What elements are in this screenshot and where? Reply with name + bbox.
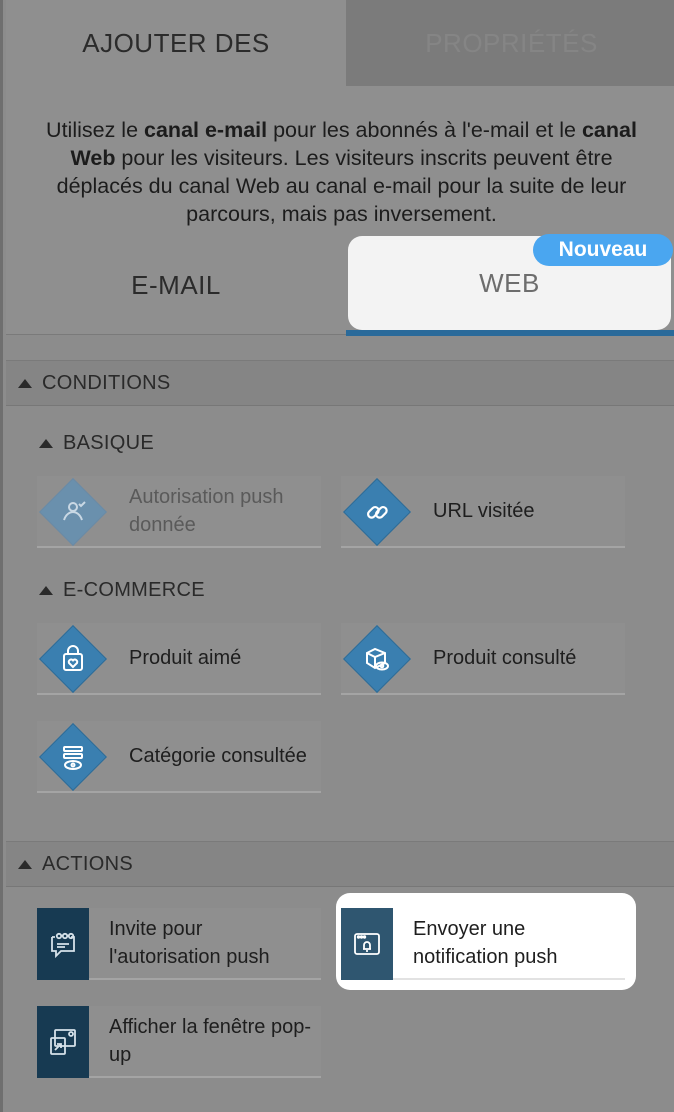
popup-window-icon	[37, 1006, 89, 1078]
bell-window-icon	[341, 908, 393, 980]
intro-text: Utilisez le canal e-mail pour les abonné…	[46, 118, 637, 226]
collapse-triangle-icon	[18, 859, 32, 869]
conditions-header[interactable]: CONDITIONS	[6, 360, 674, 406]
tab-add[interactable]: AJOUTER DES	[6, 0, 346, 86]
collapse-triangle-icon	[39, 585, 53, 595]
action-show-popup[interactable]: Afficher la fenêtre pop-up	[37, 1006, 321, 1078]
basic-title: BASIQUE	[63, 431, 155, 454]
condition-product-viewed[interactable]: Produit consulté	[341, 623, 625, 695]
collapse-triangle-icon	[39, 438, 53, 448]
ecommerce-title: E-COMMERCE	[63, 578, 205, 601]
action-push-prompt[interactable]: Invite pour l'autorisation push	[37, 908, 321, 980]
actions-header[interactable]: ACTIONS	[6, 841, 674, 887]
link-icon	[339, 474, 415, 550]
condition-category-viewed[interactable]: Catégorie consultée	[37, 721, 321, 793]
tab-divider	[6, 334, 346, 335]
bag-heart-icon	[35, 621, 111, 697]
condition-url-visited[interactable]: URL visitée	[341, 476, 625, 548]
prompt-bubble-icon	[37, 908, 89, 980]
push-permission-icon	[35, 474, 111, 550]
condition-push-permission[interactable]: Autorisation push donnée	[37, 476, 321, 548]
conditions-title: CONDITIONS	[42, 371, 171, 394]
box-eye-icon	[339, 621, 415, 697]
action-send-push[interactable]: Envoyer une notification push	[341, 908, 625, 980]
top-tabs: AJOUTER DES PROPRIÉTÉS	[6, 0, 674, 86]
side-panel: AJOUTER DES PROPRIÉTÉS Utilisez le canal…	[0, 0, 674, 1112]
web-tab-underline	[346, 330, 674, 336]
tab-email-channel[interactable]: E-MAIL	[6, 240, 346, 330]
ecommerce-header[interactable]: E-COMMERCE	[39, 575, 205, 605]
new-badge: Nouveau	[533, 234, 673, 266]
collapse-triangle-icon	[18, 378, 32, 388]
condition-product-liked[interactable]: Produit aimé	[37, 623, 321, 695]
actions-title: ACTIONS	[42, 852, 133, 875]
tab-properties[interactable]: PROPRIÉTÉS	[346, 0, 674, 86]
basic-header[interactable]: BASIQUE	[39, 428, 154, 458]
list-eye-icon	[35, 719, 111, 795]
